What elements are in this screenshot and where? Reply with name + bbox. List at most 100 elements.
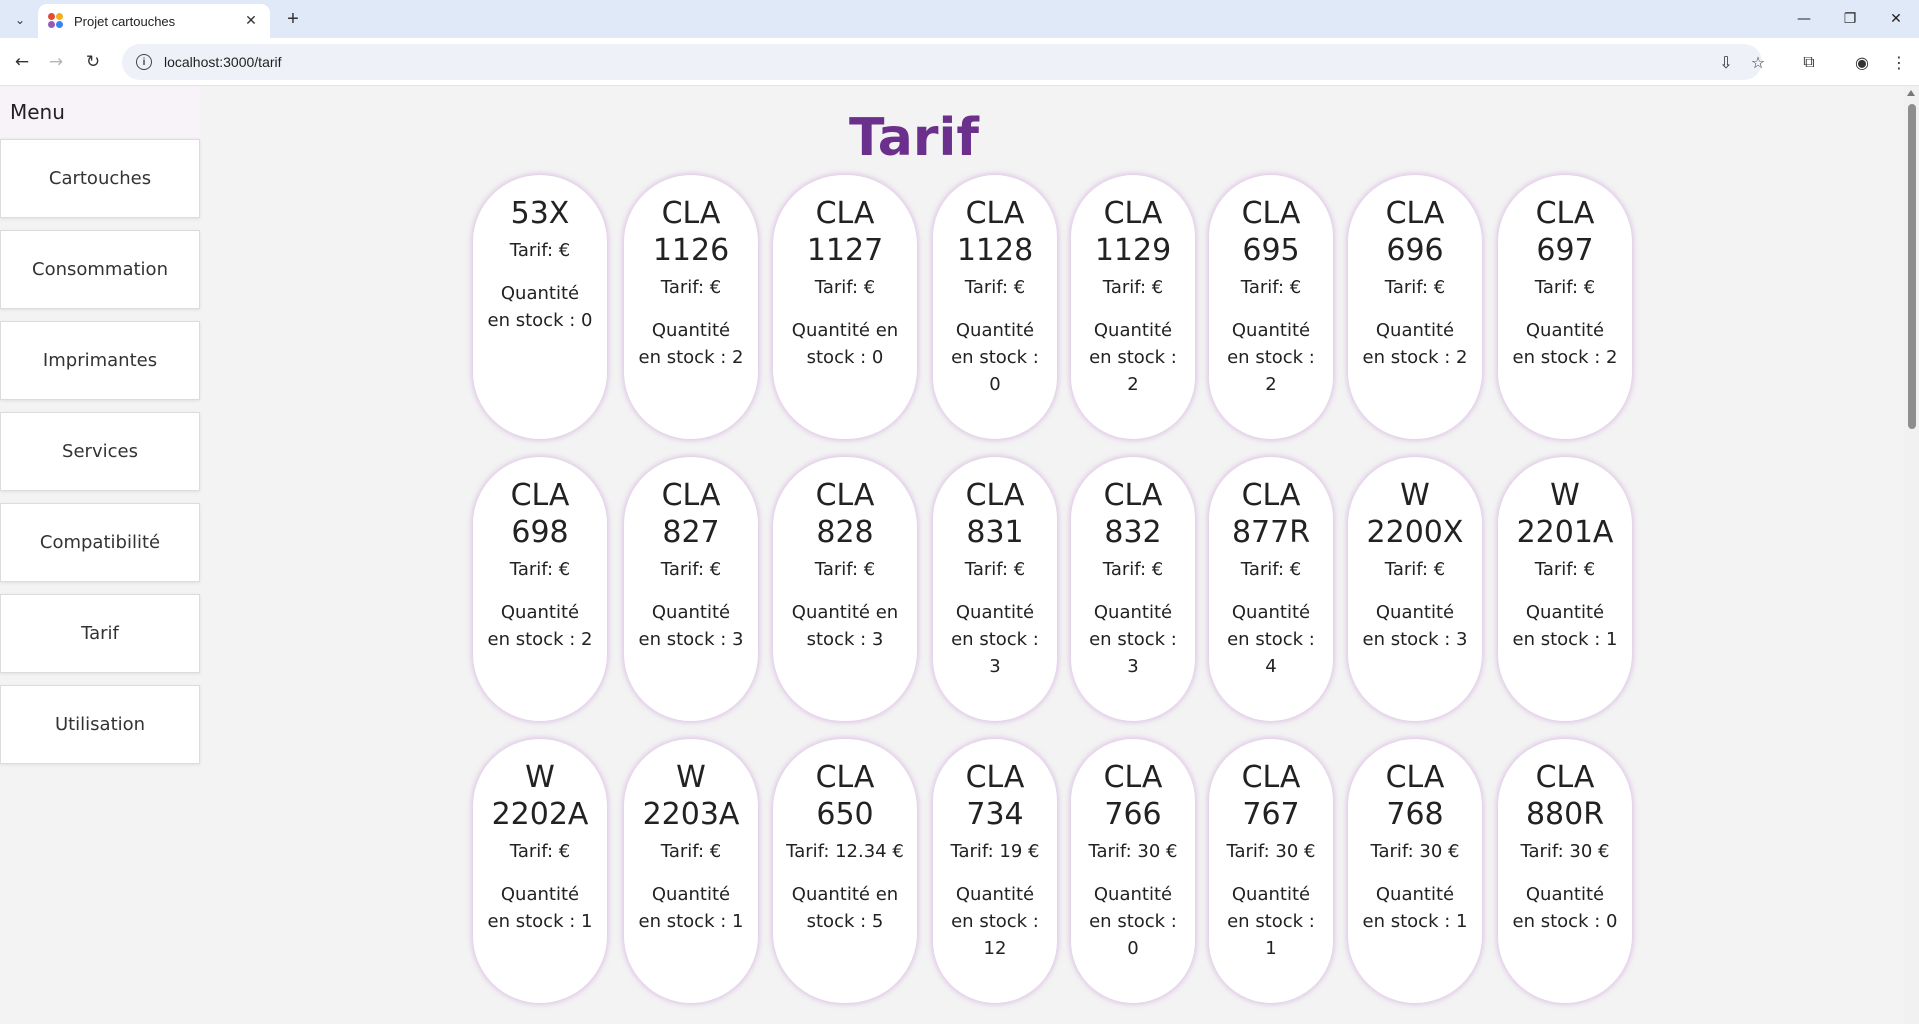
card-stock-quantity: Quantité en stock : 3 — [951, 602, 1039, 677]
card-price: Tarif: € — [660, 841, 722, 862]
card-product-name: CLA 768 — [1385, 760, 1445, 832]
card-price: Tarif: 19 € — [950, 841, 1040, 862]
card-price: Tarif: € — [660, 559, 722, 580]
card-stock-quantity: Quantité en stock : 0 — [791, 320, 899, 368]
price-card: CLA 698 Tarif: € Quantité en stock : 2 — [473, 457, 607, 721]
page-title: Tarif — [200, 105, 1904, 171]
card-stock-quantity: Quantité en stock : 0 — [1089, 884, 1177, 959]
extensions-puzzle-icon[interactable]: ⧉ — [1794, 44, 1824, 80]
scroll-up-arrow-icon[interactable] — [1907, 90, 1915, 96]
card-stock-quantity: Quantité en stock : 2 — [1512, 320, 1618, 368]
price-card: CLA 1127 Tarif: € Quantité en stock : 0 — [773, 175, 917, 439]
sidebar-menu: Cartouches Consommation Imprimantes Serv… — [0, 137, 200, 764]
bookmark-star-icon[interactable]: ☆ — [1743, 44, 1773, 80]
sidebar-item-compatibilite[interactable]: Compatibilité — [0, 503, 200, 582]
new-tab-plus-icon[interactable]: + — [280, 6, 306, 32]
site-info-icon[interactable]: i — [136, 54, 152, 70]
tab-title: Projet cartouches — [74, 13, 176, 29]
card-price: Tarif: 30 € — [1520, 841, 1610, 862]
browser-menu-kebab-icon[interactable]: ⋮ — [1884, 44, 1914, 80]
card-stock-quantity: Quantité en stock : 3 — [1362, 602, 1468, 650]
price-card: 53X Tarif: € Quantité en stock : 0 — [473, 175, 607, 439]
back-arrow-icon[interactable]: ← — [8, 48, 36, 76]
window-minimize-icon[interactable]: — — [1781, 0, 1827, 38]
card-price: Tarif: € — [1240, 559, 1302, 580]
card-price: Tarif: € — [509, 559, 571, 580]
card-price: Tarif: € — [814, 559, 876, 580]
price-card: W 2200X Tarif: € Quantité en stock : 3 — [1348, 457, 1482, 721]
price-card: CLA 767 Tarif: 30 € Quantité en stock : 1 — [1209, 739, 1333, 1003]
card-stock-quantity: Quantité en stock : 4 — [1227, 602, 1315, 677]
address-url[interactable]: localhost:3000/tarif — [164, 54, 282, 70]
price-card: CLA 697 Tarif: € Quantité en stock : 2 — [1498, 175, 1632, 439]
card-stock-quantity: Quantité en stock : 2 — [1227, 320, 1315, 395]
price-card: W 2203A Tarif: € Quantité en stock : 1 — [624, 739, 758, 1003]
price-card: CLA 828 Tarif: € Quantité en stock : 3 — [773, 457, 917, 721]
window-close-icon[interactable]: ✕ — [1873, 0, 1919, 38]
tab-search-chevron-icon[interactable]: ⌄ — [8, 8, 32, 32]
price-card: CLA 695 Tarif: € Quantité en stock : 2 — [1209, 175, 1333, 439]
card-stock-quantity: Quantité en stock : 3 — [791, 602, 899, 650]
profile-avatar-icon[interactable]: ◉ — [1847, 44, 1877, 80]
forward-arrow-icon[interactable]: → — [42, 48, 70, 76]
card-stock-quantity: Quantité en stock : 2 — [1089, 320, 1177, 395]
window-restore-icon[interactable]: ❐ — [1827, 0, 1873, 38]
main-content: Tarif 53X Tarif: € Quantité en stock : 0 CL… — [200, 87, 1904, 1003]
card-stock-quantity: Quantité en stock : 5 — [791, 884, 899, 932]
sidebar-item-imprimantes[interactable]: Imprimantes — [0, 321, 200, 400]
sidebar-item-utilisation[interactable]: Utilisation — [0, 685, 200, 764]
card-product-name: W 2203A — [642, 760, 740, 832]
price-card: CLA 827 Tarif: € Quantité en stock : 3 — [624, 457, 758, 721]
card-product-name: CLA 877R — [1231, 478, 1311, 550]
price-card: CLA 832 Tarif: € Quantité en stock : 3 — [1071, 457, 1195, 721]
install-app-icon[interactable]: ⇩ — [1711, 44, 1741, 80]
card-price: Tarif: € — [1534, 277, 1596, 298]
sidebar-item-tarif[interactable]: Tarif — [0, 594, 200, 673]
card-product-name: CLA 1128 — [956, 196, 1034, 268]
card-stock-quantity: Quantité en stock : 12 — [951, 884, 1039, 959]
price-card: CLA 650 Tarif: 12.34 € Quantité en stock :… — [773, 739, 917, 1003]
card-stock-quantity: Quantité en stock : 2 — [638, 320, 744, 368]
card-product-name: CLA 697 — [1535, 196, 1595, 268]
card-product-name: CLA 695 — [1241, 196, 1301, 268]
browser-toolbar: ← → ↻ i localhost:3000/tarif ⇩ ☆ ⧉ ◉ ⋮ — [0, 38, 1919, 86]
price-card: CLA 1128 Tarif: € Quantité en stock : 0 — [933, 175, 1057, 439]
page-scrollbar[interactable] — [1904, 87, 1919, 1024]
card-stock-quantity: Quantité en stock : 2 — [487, 602, 593, 650]
scrollbar-thumb[interactable] — [1908, 104, 1916, 429]
price-card: CLA 1126 Tarif: € Quantité en stock : 2 — [624, 175, 758, 439]
card-product-name: W 2201A — [1516, 478, 1614, 550]
card-product-name: CLA 827 — [661, 478, 721, 550]
card-price: Tarif: € — [964, 559, 1026, 580]
card-product-name: W 2200X — [1366, 478, 1464, 550]
browser-tab-bar: ⌄ Projet cartouches ✕ + — ❐ ✕ — [0, 0, 1919, 38]
card-product-name: CLA 880R — [1525, 760, 1605, 832]
card-product-name: CLA 766 — [1103, 760, 1163, 832]
sidebar-item-services[interactable]: Services — [0, 412, 200, 491]
sidebar-item-consommation[interactable]: Consommation — [0, 230, 200, 309]
price-card: CLA 734 Tarif: 19 € Quantité en stock : 12 — [933, 739, 1057, 1003]
card-price: Tarif: € — [1384, 559, 1446, 580]
price-card: CLA 877R Tarif: € Quantité en stock : 4 — [1209, 457, 1333, 721]
page-title-text: Tarif — [849, 108, 979, 168]
card-stock-quantity: Quantité en stock : 1 — [638, 884, 744, 932]
card-price: Tarif: € — [1240, 277, 1302, 298]
card-stock-quantity: Quantité en stock : 1 — [1362, 884, 1468, 932]
card-stock-quantity: Quantité en stock : 0 — [487, 283, 593, 331]
card-price: Tarif: € — [1102, 559, 1164, 580]
card-product-name: CLA 828 — [815, 478, 875, 550]
card-price: Tarif: € — [814, 277, 876, 298]
card-product-name: CLA 698 — [510, 478, 570, 550]
sidebar-title: Menu — [0, 87, 200, 137]
browser-tab[interactable]: Projet cartouches ✕ — [38, 4, 270, 38]
card-price: Tarif: € — [509, 240, 571, 261]
tab-close-icon[interactable]: ✕ — [242, 13, 260, 29]
card-product-name: CLA 1127 — [806, 196, 884, 268]
card-product-name: CLA 767 — [1241, 760, 1301, 832]
card-price: Tarif: € — [1534, 559, 1596, 580]
card-price: Tarif: € — [1384, 277, 1446, 298]
sidebar-item-cartouches[interactable]: Cartouches — [0, 139, 200, 218]
page-viewport: Menu Cartouches Consommation Imprimantes… — [0, 87, 1919, 1024]
address-bar[interactable]: i localhost:3000/tarif — [122, 44, 1762, 80]
reload-icon[interactable]: ↻ — [79, 48, 107, 76]
